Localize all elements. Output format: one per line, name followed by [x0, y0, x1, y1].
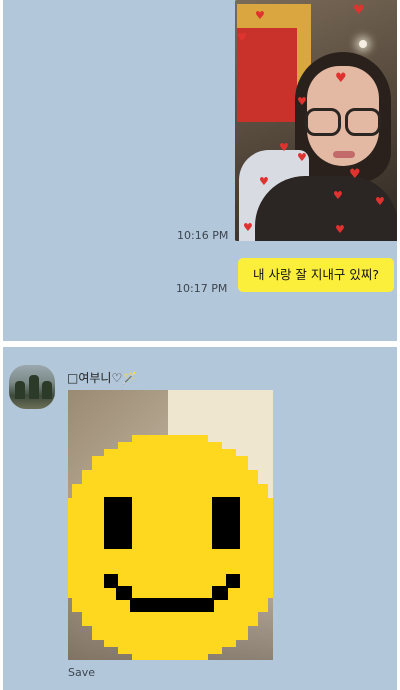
heart-icon: ♥: [335, 223, 345, 236]
avatar-tree: [29, 375, 39, 399]
received-photo[interactable]: [68, 390, 273, 660]
heart-icon: ♥: [349, 167, 361, 182]
heart-icon: ♥: [375, 195, 385, 208]
sender-name: □여부니♡🪄: [67, 371, 138, 385]
message-text: 내 사랑 잘 지내구 있찌?: [252, 267, 380, 282]
heart-icon: ♥: [297, 151, 307, 164]
message-time: 10:17 PM: [176, 282, 228, 295]
message-time: 10:16 PM: [177, 229, 229, 242]
sent-photo[interactable]: ♥ ♥ ♥ ♥ ♥ ♥ ♥ ♥ ♥ ♥ ♥ ♥ ♥: [235, 0, 397, 241]
heart-icon: ♥: [279, 141, 289, 154]
lamp: [359, 40, 367, 48]
shoulders: [255, 176, 397, 241]
heart-icon: ♥: [259, 175, 269, 188]
heart-icon: ♥: [297, 95, 307, 108]
heart-icon: ♥: [335, 71, 347, 86]
glasses-right: [345, 108, 381, 136]
smiley-face-sticker: [68, 435, 273, 660]
heart-icon: ♥: [333, 189, 343, 202]
heart-icon: ♥: [237, 31, 247, 44]
heart-icon: ♥: [243, 221, 253, 234]
avatar[interactable]: [9, 365, 55, 409]
smiley-eye-left: [104, 497, 132, 549]
smiley-eye-right: [212, 497, 240, 549]
heart-icon: ♥: [255, 9, 265, 22]
save-link[interactable]: Save: [68, 666, 95, 679]
chat-panel-top: ♥ ♥ ♥ ♥ ♥ ♥ ♥ ♥ ♥ ♥ ♥ ♥ ♥ 10:16 PM 내 사랑 …: [3, 0, 397, 341]
glasses-left: [305, 108, 341, 136]
avatar-tree: [15, 381, 25, 399]
chat-panel-bottom: □여부니♡🪄 Save: [3, 347, 397, 690]
lips: [333, 151, 355, 158]
avatar-tree: [42, 381, 52, 399]
sent-text-bubble[interactable]: 내 사랑 잘 지내구 있찌?: [238, 258, 394, 292]
heart-icon: ♥: [353, 3, 365, 18]
